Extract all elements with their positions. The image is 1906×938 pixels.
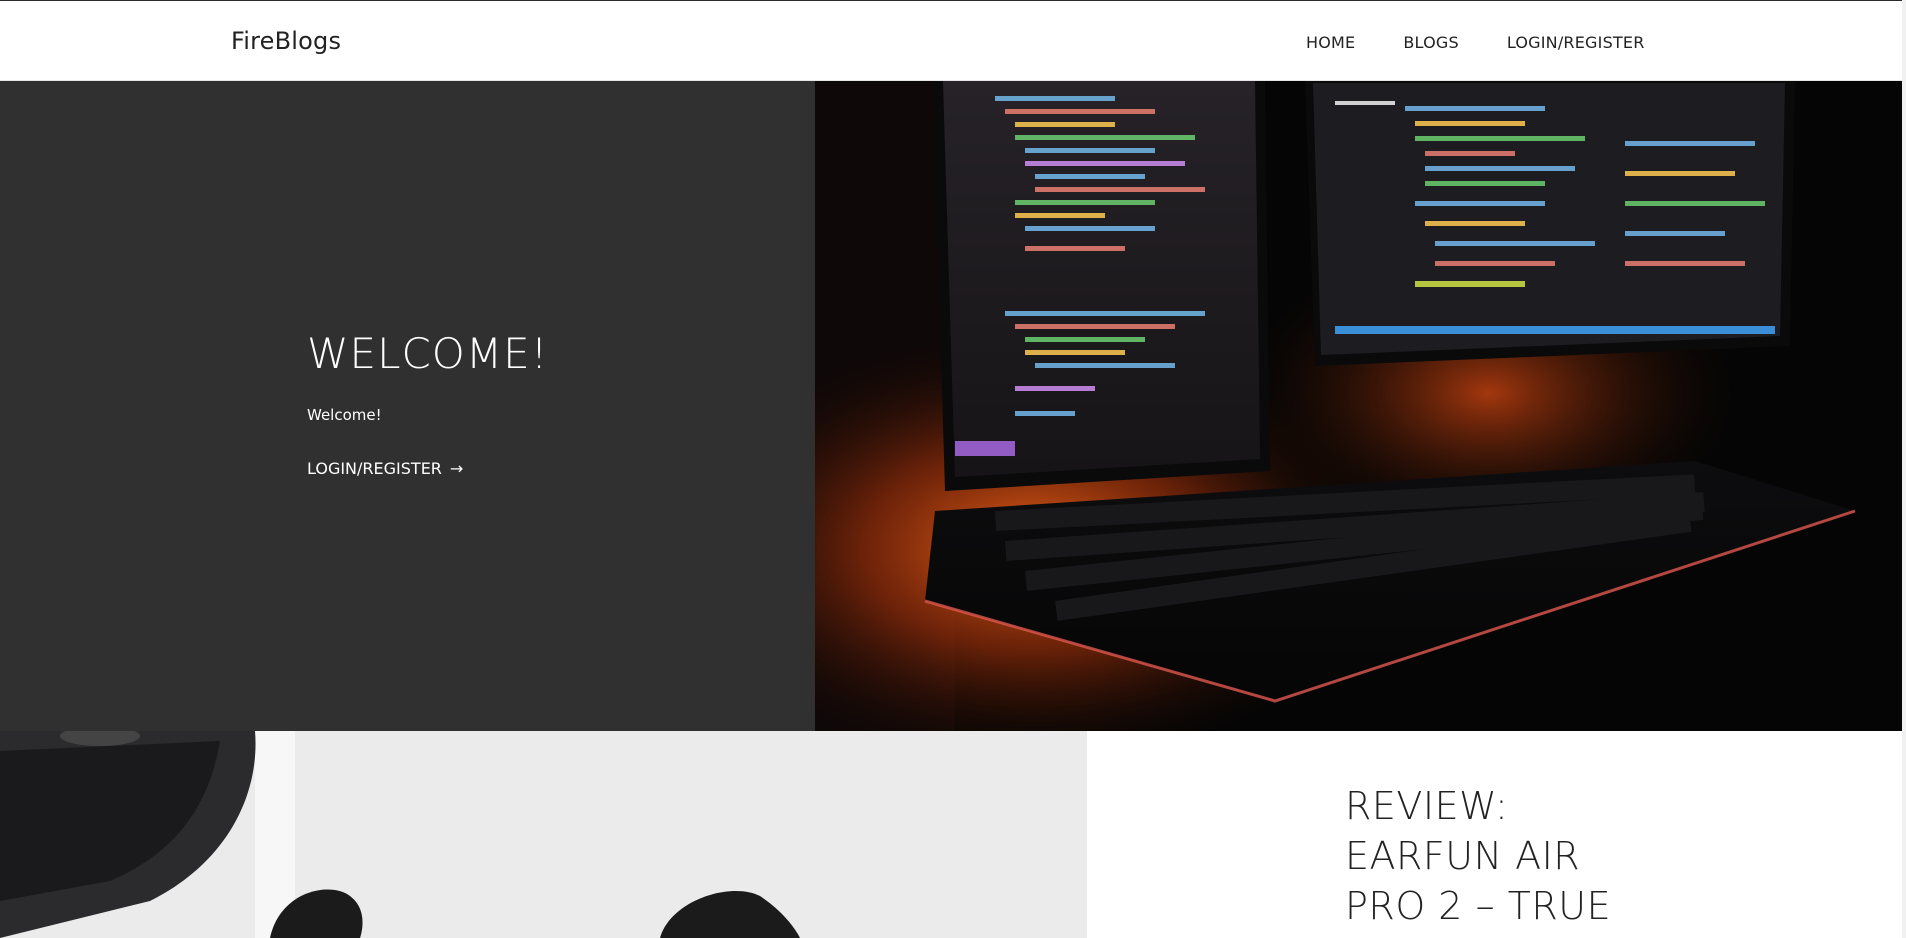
hero-section: WELCOME! Welcome! LOGIN/REGISTER → xyxy=(0,81,1906,731)
post-section: REVIEW: EARFUN AIR PRO 2 – TRUE xyxy=(0,731,1906,938)
hero-cta-label: LOGIN/REGISTER xyxy=(307,459,442,478)
nav-blogs-link[interactable]: BLOGS xyxy=(1403,33,1458,52)
post-text-panel: REVIEW: EARFUN AIR PRO 2 – TRUE xyxy=(1087,731,1902,938)
site-logo[interactable]: FireBlogs xyxy=(231,27,341,55)
site-header: FireBlogs HOME BLOGS LOGIN/REGISTER xyxy=(0,0,1906,81)
hero-image xyxy=(815,81,1902,731)
hero-text-panel: WELCOME! Welcome! LOGIN/REGISTER → xyxy=(0,81,815,731)
nav-login-register-link[interactable]: LOGIN/REGISTER xyxy=(1507,33,1645,52)
main-nav: HOME BLOGS LOGIN/REGISTER xyxy=(1306,33,1645,52)
arrow-right-icon: → xyxy=(449,459,464,478)
hero-login-register-link[interactable]: LOGIN/REGISTER → xyxy=(307,459,463,478)
post-image[interactable] xyxy=(0,731,1087,938)
nav-home-link[interactable]: HOME xyxy=(1306,33,1355,52)
hero-title: WELCOME! xyxy=(307,329,549,378)
page-scrollbar[interactable] xyxy=(1902,0,1906,938)
computer-monitors-keyboard-image xyxy=(815,81,1902,731)
earbuds-image xyxy=(0,731,1087,938)
hero-subtitle: Welcome! xyxy=(307,406,382,424)
post-title[interactable]: REVIEW: EARFUN AIR PRO 2 – TRUE xyxy=(1345,781,1665,931)
